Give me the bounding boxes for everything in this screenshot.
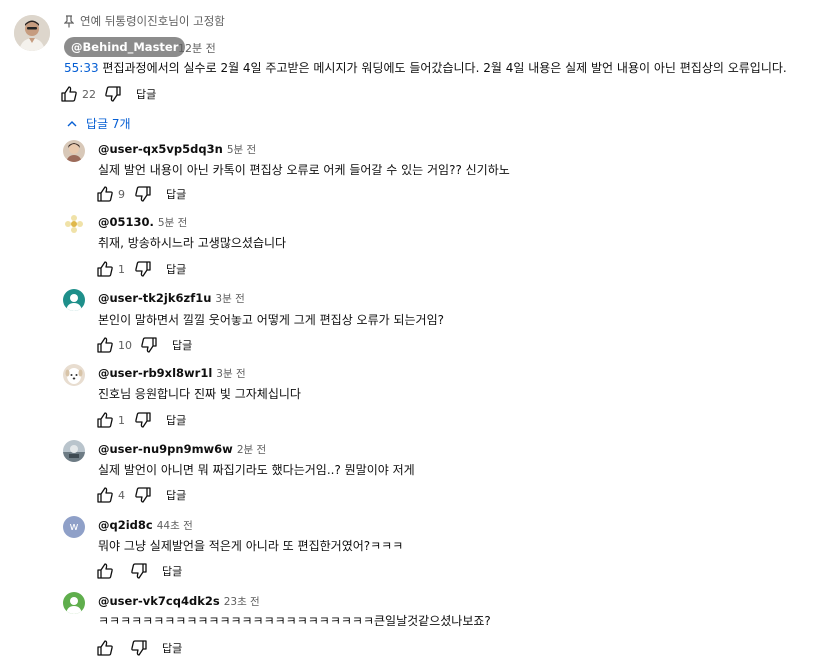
reply-text: 취재, 방송하시느라 고생많으셨습니다 <box>98 236 287 250</box>
like-icon[interactable] <box>96 562 114 580</box>
like-icon[interactable] <box>60 85 78 103</box>
reply-button[interactable]: 답글 <box>166 412 186 428</box>
reply-header: @q2id8c 44초 전 <box>98 518 193 533</box>
reply-author[interactable]: @user-rb9xl8wr1l <box>98 366 212 380</box>
reply-time[interactable]: 23초 전 <box>224 596 260 608</box>
avatar[interactable] <box>63 592 85 614</box>
reply-button[interactable]: 답글 <box>162 640 182 656</box>
like-count: 9 <box>118 187 125 201</box>
reply-actions: 9 답글 <box>96 185 186 203</box>
reply-actions: 답글 <box>96 639 182 657</box>
dislike-icon[interactable] <box>104 85 122 103</box>
avatar[interactable] <box>63 213 85 235</box>
reply-header: @user-tk2jk6zf1u 3분 전 <box>98 291 245 306</box>
dislike-icon[interactable] <box>140 336 158 354</box>
reply-button[interactable]: 답글 <box>166 487 186 503</box>
replies-toggle[interactable]: 답글 7개 <box>66 115 131 132</box>
reply-text: 진호님 응원합니다 진짜 빛 그자체십니다 <box>98 387 301 401</box>
chevron-up-icon <box>67 120 77 126</box>
reply-header: @user-vk7cq4dk2s 23초 전 <box>98 594 260 609</box>
avatar[interactable] <box>14 15 50 51</box>
reply-text: 실제 발언 내용이 아닌 카톡이 편집상 오류로 어케 들어갈 수 있는 거임?… <box>98 163 510 177</box>
pinned-label: 연예 뒤통령이진호님이 고정함 <box>80 14 225 28</box>
reply-actions: 10 답글 <box>96 336 192 354</box>
reply-author[interactable]: @user-nu9pn9mw6w <box>98 442 233 456</box>
reply-time[interactable]: 3분 전 <box>215 293 244 305</box>
reply-time[interactable]: 44초 전 <box>157 520 193 532</box>
like-count: 10 <box>118 338 132 352</box>
avatar-letter: w <box>69 520 79 533</box>
reply-button[interactable]: 답글 <box>172 337 192 353</box>
like-count: 1 <box>118 413 125 427</box>
reply-time[interactable]: 2분 전 <box>237 444 266 456</box>
reply-header: @user-nu9pn9mw6w 2분 전 <box>98 442 266 457</box>
avatar-image <box>14 15 50 51</box>
reply-text: 실제 발언이 아니면 뭐 짜집기라도 했다는거임..? 뭔말이야 저게 <box>98 463 415 477</box>
avatar[interactable]: w <box>63 516 85 538</box>
dislike-icon[interactable] <box>134 260 152 278</box>
reply-author[interactable]: @05130. <box>98 215 154 229</box>
reply-author[interactable]: @q2id8c <box>98 518 153 532</box>
like-icon[interactable] <box>96 185 114 203</box>
reply-time[interactable]: 5분 전 <box>227 144 256 156</box>
comment-text: 55:33 편집과정에서의 실수로 2월 4일 주고받은 메시지가 워딩에도 들… <box>64 60 787 76</box>
like-icon[interactable] <box>96 411 114 429</box>
reply-button[interactable]: 답글 <box>162 563 182 579</box>
reply-text: ㅋㅋㅋㅋㅋㅋㅋㅋㅋㅋㅋㅋㅋㅋㅋㅋㅋㅋㅋㅋㅋㅋㅋㅋㅋ큰일날것같으셨나보죠? <box>98 614 491 628</box>
reply-actions: 4 답글 <box>96 486 186 504</box>
reply-author[interactable]: @user-tk2jk6zf1u <box>98 291 211 305</box>
pin-icon <box>63 14 75 28</box>
reply-actions: 1 답글 <box>96 260 186 278</box>
like-count: 1 <box>118 262 125 276</box>
replies-count: 답글 7개 <box>86 117 131 131</box>
like-count: 22 <box>82 87 96 101</box>
reply-text: 뭐야 그냥 실제발언을 적은게 아니라 또 편집한거였어?ㅋㅋㅋ <box>98 539 404 553</box>
comment-body: 편집과정에서의 실수로 2월 4일 주고받은 메시지가 워딩에도 들어갔습니다.… <box>98 61 787 75</box>
reply-time[interactable]: 5분 전 <box>158 217 187 229</box>
reply-button[interactable]: 답글 <box>136 86 156 102</box>
reply-actions: 1 답글 <box>96 411 186 429</box>
avatar[interactable] <box>63 364 85 386</box>
like-count: 4 <box>118 488 125 502</box>
reply-author[interactable]: @user-qx5vp5dq3n <box>98 142 223 156</box>
reply-text: 본인이 말하면서 낄낄 웃어놓고 어떻게 그게 편집상 오류가 되는거임? <box>98 313 445 327</box>
reply-button[interactable]: 답글 <box>166 261 186 277</box>
like-icon[interactable] <box>96 639 114 657</box>
comment-actions: 22 답글 <box>60 85 156 103</box>
avatar[interactable] <box>63 289 85 311</box>
dislike-icon[interactable] <box>134 486 152 504</box>
reply-author[interactable]: @user-vk7cq4dk2s <box>98 594 220 608</box>
reply-header: @05130. 5분 전 <box>98 215 187 230</box>
dislike-icon[interactable] <box>130 562 148 580</box>
like-icon[interactable] <box>96 336 114 354</box>
timestamp-link[interactable]: 55:33 <box>64 61 99 75</box>
avatar[interactable] <box>63 140 85 162</box>
reply-header: @user-qx5vp5dq3n 5분 전 <box>98 142 256 157</box>
like-icon[interactable] <box>96 260 114 278</box>
comment-time[interactable]: 12분 전 <box>178 40 216 56</box>
reply-time[interactable]: 3분 전 <box>216 368 245 380</box>
dislike-icon[interactable] <box>130 639 148 657</box>
pinned-indicator: 연예 뒤통령이진호님이 고정함 <box>63 13 225 29</box>
like-icon[interactable] <box>96 486 114 504</box>
dislike-icon[interactable] <box>134 185 152 203</box>
channel-owner-badge[interactable]: @Behind_Master <box>64 37 186 57</box>
reply-actions: 답글 <box>96 562 182 580</box>
reply-button[interactable]: 답글 <box>166 186 186 202</box>
reply-header: @user-rb9xl8wr1l 3분 전 <box>98 366 246 381</box>
dislike-icon[interactable] <box>134 411 152 429</box>
avatar[interactable] <box>63 440 85 462</box>
